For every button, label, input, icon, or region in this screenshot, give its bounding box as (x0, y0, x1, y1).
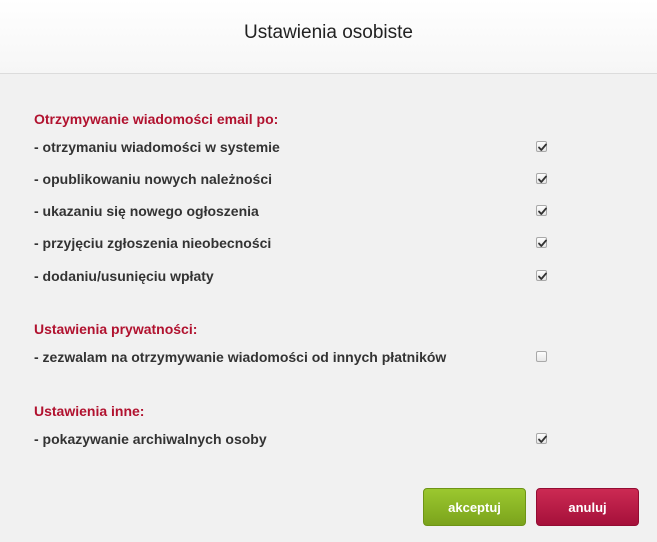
checkbox-message[interactable] (536, 141, 547, 152)
section-title-other: Ustawienia inne: (34, 403, 145, 419)
checkbox-announcement[interactable] (536, 205, 547, 216)
section-title-privacy: Ustawienia prywatności: (34, 321, 198, 337)
checkmark-icon (538, 207, 547, 215)
option-label: - opublikowaniu nowych należności (34, 171, 273, 187)
option-label: - pokazywanie archiwalnych osoby (34, 431, 267, 447)
option-row-private-messages: - zezwalam na otrzymywanie wiadomości od… (34, 347, 554, 367)
option-label: - dodaniu/usunięciu wpłaty (34, 268, 214, 284)
cancel-button[interactable]: anuluj (536, 488, 639, 526)
option-label: - przyjęciu zgłoszenia nieobecności (34, 235, 272, 251)
option-row-announcement: - ukazaniu się nowego ogłoszenia (34, 201, 554, 221)
checkmark-icon (538, 435, 547, 443)
checkmark-icon (538, 239, 547, 247)
checkmark-icon (538, 175, 547, 183)
checkbox-private-messages[interactable] (536, 351, 547, 362)
checkbox-dues[interactable] (536, 173, 547, 184)
checkbox-payment[interactable] (536, 270, 547, 281)
section-title-email: Otrzymywanie wiadomości email po: (34, 111, 279, 127)
checkmark-icon (538, 272, 547, 280)
option-label: - otrzymaniu wiadomości w systemie (34, 139, 280, 155)
option-row-absence: - przyjęciu zgłoszenia nieobecności (34, 233, 554, 253)
accept-button[interactable]: akceptuj (423, 488, 526, 526)
option-row-archive: - pokazywanie archiwalnych osoby (34, 429, 554, 449)
checkbox-absence[interactable] (536, 237, 547, 248)
checkbox-archive[interactable] (536, 433, 547, 444)
settings-dialog: Ustawienia osobiste Otrzymywanie wiadomo… (0, 0, 657, 542)
option-label: - ukazaniu się nowego ogłoszenia (34, 203, 259, 219)
option-row-dues: - opublikowaniu nowych należności (34, 169, 554, 189)
option-row-message: - otrzymaniu wiadomości w systemie (34, 137, 554, 157)
dialog-header: Ustawienia osobiste (0, 0, 657, 74)
checkmark-icon (538, 143, 547, 151)
option-row-payment: - dodaniu/usunięciu wpłaty (34, 266, 554, 286)
dialog-title: Ustawienia osobiste (244, 21, 413, 43)
option-label: - zezwalam na otrzymywanie wiadomości od… (34, 349, 447, 365)
